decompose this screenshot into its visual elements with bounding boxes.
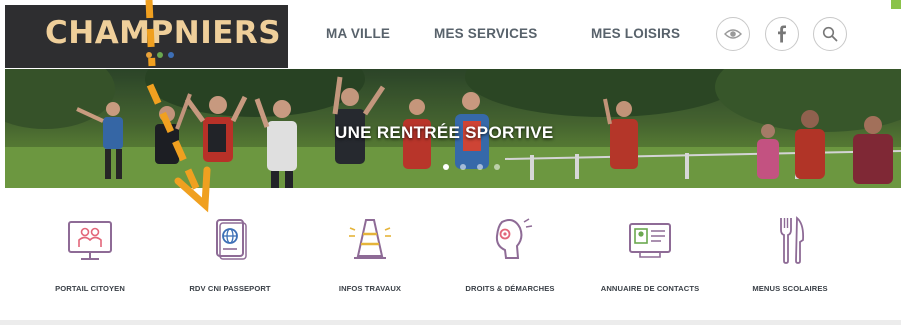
quick-link-label: DROITS & DÉMARCHES (465, 284, 555, 293)
carousel-dot-3[interactable] (477, 164, 483, 170)
search-button[interactable] (813, 17, 847, 51)
facebook-button[interactable] (765, 17, 799, 51)
contact-card-icon (629, 223, 671, 258)
logo-dots (146, 52, 174, 58)
search-icon (822, 26, 838, 42)
quick-link-label: INFOS TRAVAUX (338, 284, 402, 293)
quick-link-rdv-cni-passeport[interactable]: RDV CNI PASSEPORT (165, 214, 295, 314)
carousel-dots (443, 164, 500, 170)
hero-banner[interactable]: UNE RENTRÉE SPORTIVE (5, 69, 901, 188)
logo-dot-green (157, 52, 163, 58)
logo-text: CHAMPNIERS (45, 15, 282, 51)
citizen-portal-icon (68, 221, 112, 260)
quick-link-infos-travaux[interactable]: INFOS TRAVAUX (305, 214, 435, 314)
carousel-dot-1[interactable] (443, 164, 449, 170)
quick-link-label: MENUS SCOLAIRES (752, 284, 828, 293)
logo-dot-blue (168, 52, 174, 58)
accessibility-button[interactable] (716, 17, 750, 51)
facebook-icon (778, 25, 786, 43)
eye-icon (724, 29, 742, 39)
bottom-bar (0, 320, 901, 325)
corner-tab (891, 0, 901, 9)
carousel-dot-2[interactable] (460, 164, 466, 170)
quick-link-droits-demarches[interactable]: DROITS & DÉMARCHES (445, 214, 575, 314)
rights-procedures-icon (495, 218, 533, 259)
fork-knife-icon (780, 216, 805, 264)
nav-item-mes-services[interactable]: MES SERVICES (434, 26, 537, 41)
quick-link-label: RDV CNI PASSEPORT (189, 284, 271, 293)
site-logo[interactable]: CHAMPNIERS (5, 5, 288, 68)
quick-link-portail-citoyen[interactable]: PORTAIL CITOYEN (25, 214, 155, 314)
quick-link-label: PORTAIL CITOYEN (55, 284, 125, 293)
passport-icon (216, 219, 247, 260)
carousel-dot-4[interactable] (494, 164, 500, 170)
quick-links: PORTAIL CITOYEN RDV CNI PASSEPORT INFOS … (0, 188, 901, 320)
quick-link-menus-scolaires[interactable]: MENUS SCOLAIRES (725, 214, 855, 314)
nav-item-mes-loisirs[interactable]: MES LOISIRS (591, 26, 680, 41)
page: CHAMPNIERS MA VILLE MES SERVICES MES LOI… (0, 0, 901, 325)
traffic-cone-icon (349, 219, 391, 259)
logo-dot-orange (146, 52, 152, 58)
quick-link-label: ANNUAIRE DE CONTACTS (600, 284, 700, 293)
quick-link-annuaire-de-contacts[interactable]: ANNUAIRE DE CONTACTS (585, 214, 715, 314)
banner-title: UNE RENTRÉE SPORTIVE (335, 123, 554, 142)
nav-item-ma-ville[interactable]: MA VILLE (326, 26, 390, 41)
